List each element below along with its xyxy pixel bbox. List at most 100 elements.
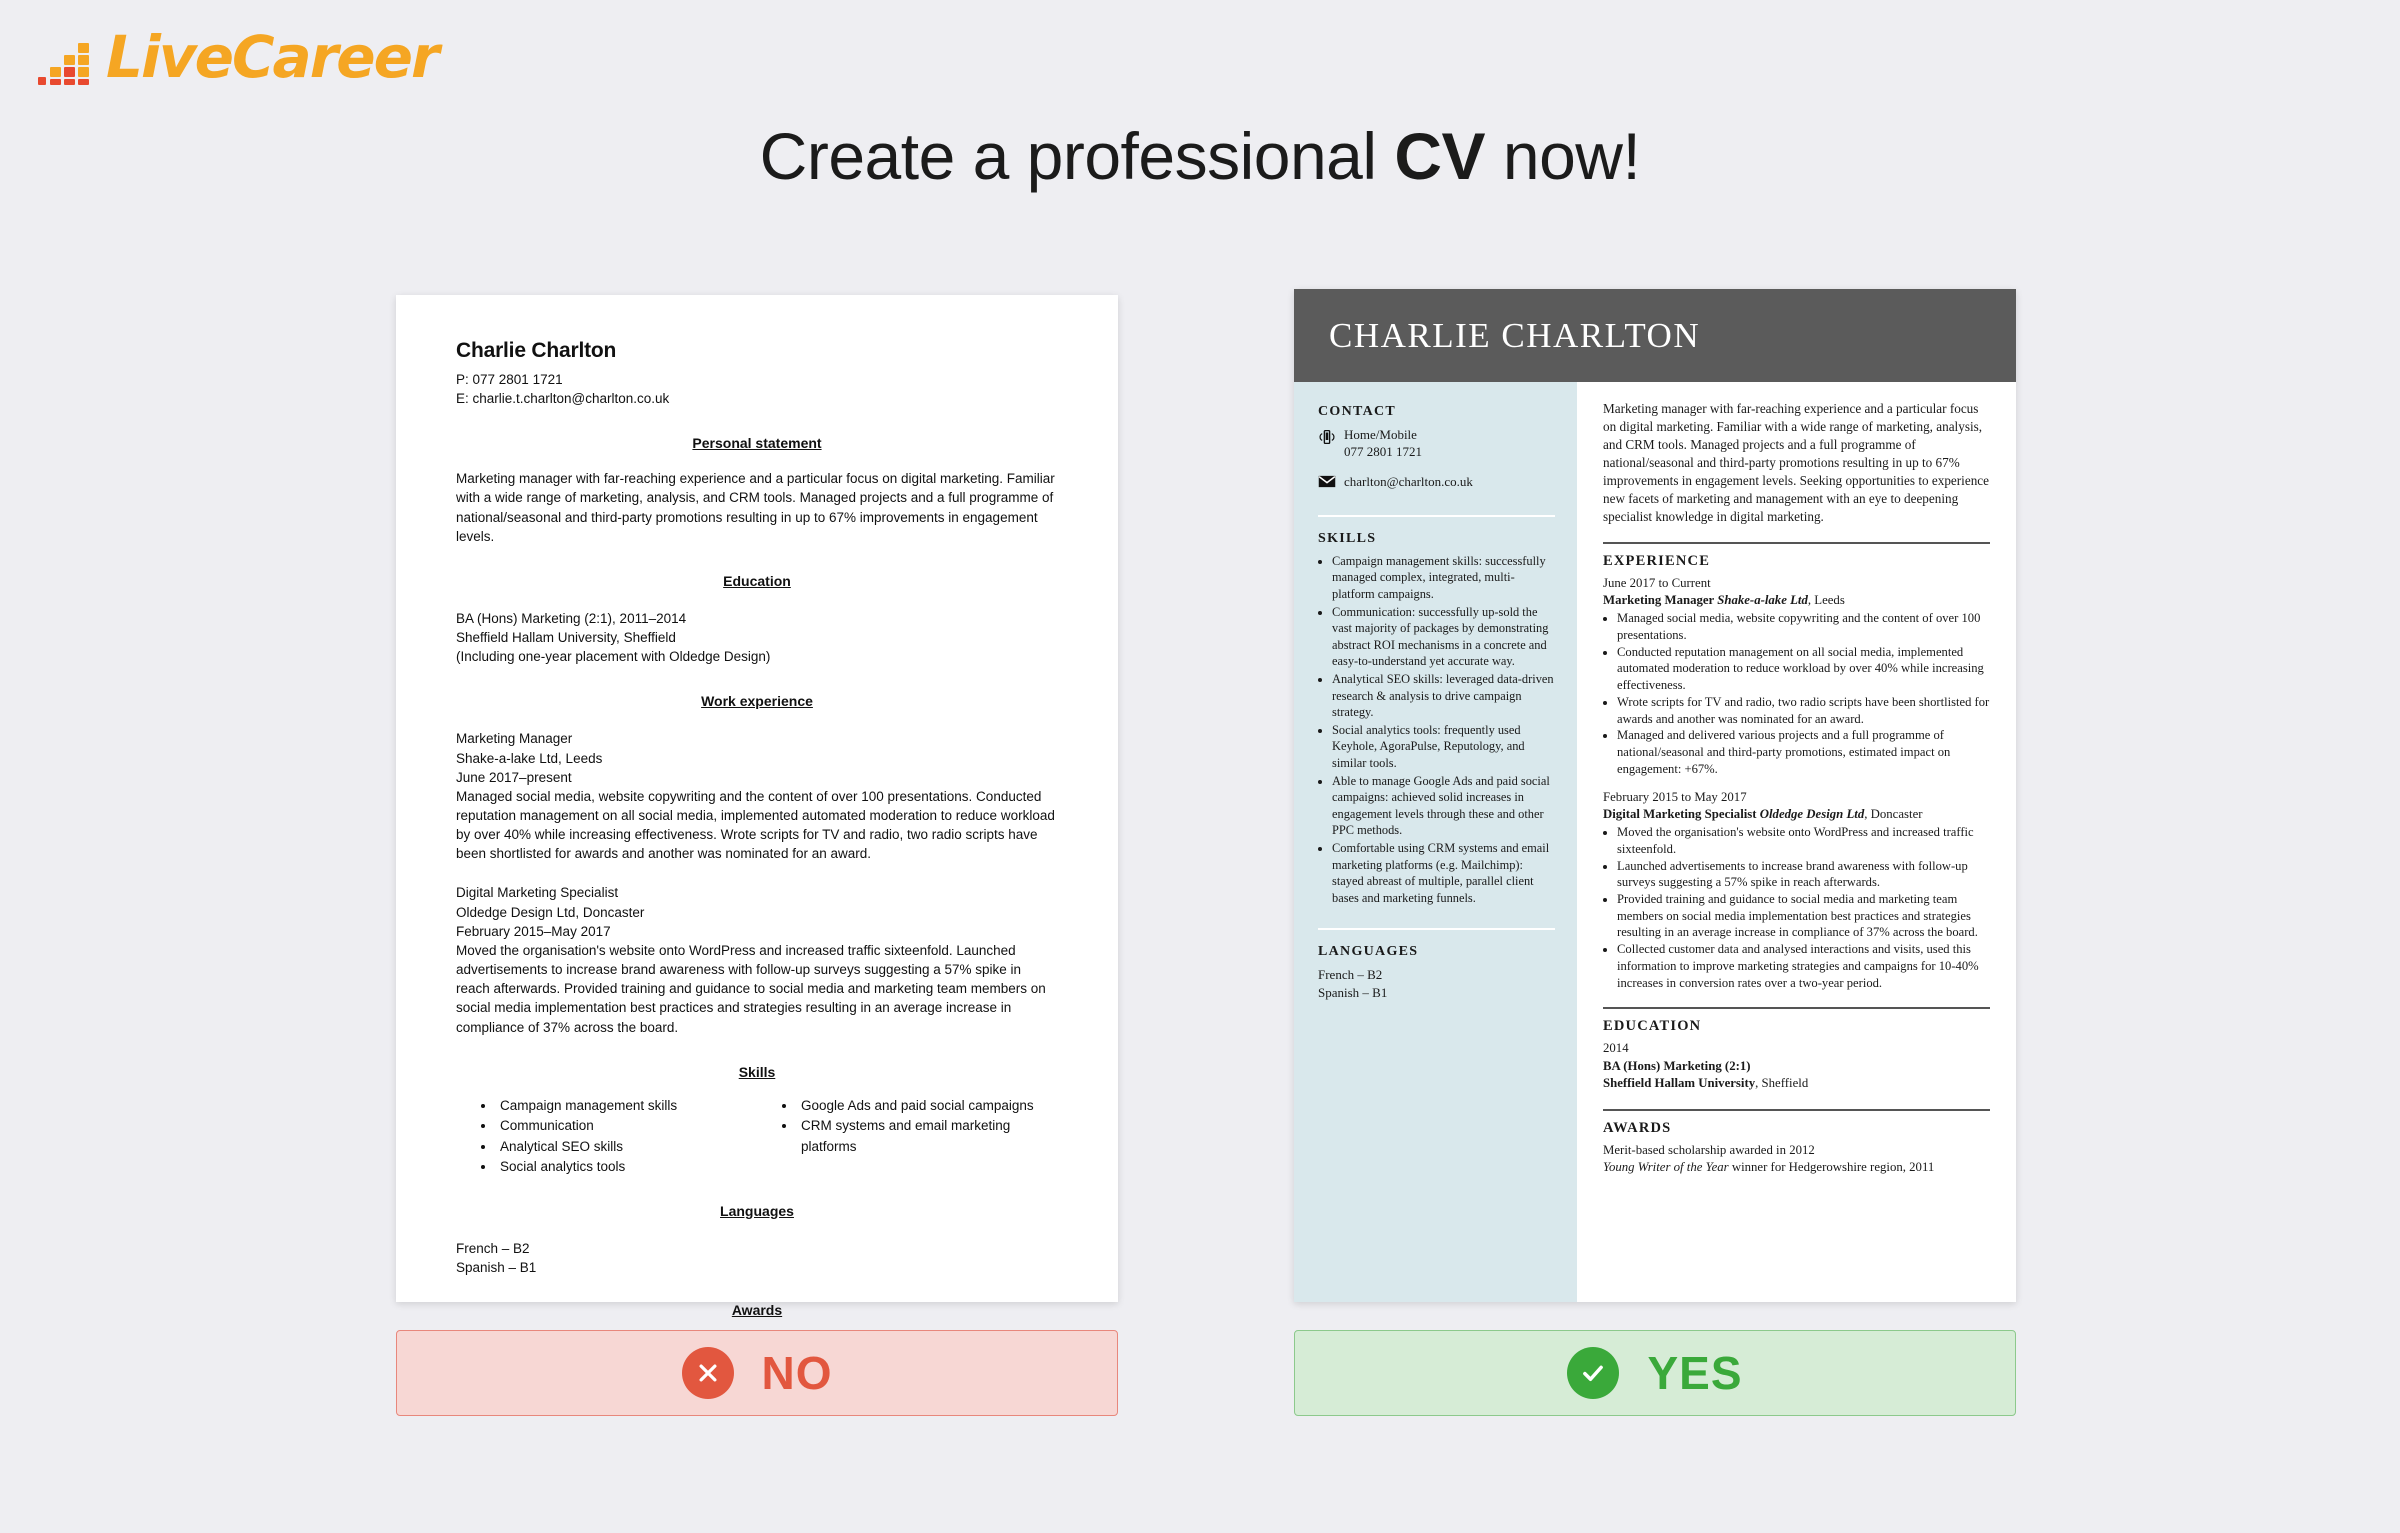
list-item: Moved the organisation's website onto Wo… <box>1617 824 1990 857</box>
phone-number: 077 2801 1721 <box>1344 443 1422 459</box>
section-divider <box>1603 541 1990 544</box>
phone-label: Home/Mobile <box>1344 427 1417 442</box>
list-item: Wrote scripts for TV and radio, two radi… <box>1617 694 1990 727</box>
job-company: Oldedge Design Ltd, Doncaster <box>456 904 645 920</box>
language-line: Spanish – B1 <box>456 1259 537 1275</box>
plain-cv-heading-statement: Personal statement <box>692 435 822 452</box>
job-title: Marketing Manager <box>456 731 573 747</box>
designed-cv-header-band: CHARLIE CHARLTON <box>1294 289 2016 382</box>
plain-cv-heading-awards: Awards <box>731 1302 783 1319</box>
list-item: Provided training and guidance to social… <box>1617 891 1990 941</box>
sidebar-heading-skills: SKILLS <box>1318 530 1377 546</box>
award-title: Young Writer of the Year <box>1603 1159 1729 1174</box>
list-item: Launched advertisements to increase bran… <box>1617 858 1990 891</box>
plain-cv-skills: Campaign management skills Communication… <box>456 1096 1058 1178</box>
award-rest: winner for Hedgerowshire region, 2011 <box>1728 1159 1935 1174</box>
verdict-banner-yes: YES <box>1294 1330 2016 1416</box>
job-location: , Leeds <box>1807 592 1845 607</box>
plain-cv-heading-skills: Skills <box>738 1063 776 1080</box>
list-item: Collected customer data and analysed int… <box>1617 941 1990 991</box>
designed-cv-statement: Marketing manager with far-reaching expe… <box>1603 401 1989 524</box>
cross-circle-icon <box>681 1347 734 1399</box>
list-item: Managed and delivered various projects a… <box>1617 727 1990 777</box>
headline-emphasis: CV <box>1394 119 1486 193</box>
designed-cv-awards-section: AWARDS Merit-based scholarship awarded i… <box>1603 1108 1990 1177</box>
job-dates: February 2015 to May 2017 <box>1603 789 1747 804</box>
list-item: Analytical SEO skills <box>496 1137 757 1158</box>
job-role: Digital Marketing Specialist Oldedge Des… <box>1603 806 1990 823</box>
list-item: Social analytics tools <box>496 1157 757 1178</box>
envelope-icon <box>1318 474 1344 493</box>
plain-cv-heading-education: Education <box>723 572 791 589</box>
list-item: Comfortable using CRM systems and email … <box>1332 840 1555 906</box>
plain-cv-phone: P: 077 2801 1721 <box>456 372 563 387</box>
education-line: Sheffield Hallam University, Sheffield <box>456 630 676 646</box>
headline-after: now! <box>1485 119 1641 193</box>
education-line: BA (Hons) Marketing (2:1), 2011–2014 <box>456 610 687 626</box>
designed-cv-education-section: EDUCATION 2014 BA (Hons) Marketing (2:1)… <box>1603 1007 1990 1092</box>
list-item: Conducted reputation management on all s… <box>1617 644 1990 694</box>
designed-cv-experience-section: EXPERIENCE June 2017 to Current Marketin… <box>1603 541 1990 992</box>
degree-text: BA (Hons) Marketing (2:1) <box>1603 1058 1751 1073</box>
plain-cv-languages: French – B2 Spanish – B1 <box>456 1239 1058 1277</box>
contact-phone-text: Home/Mobile 077 2801 1721 <box>1344 427 1555 461</box>
list-item: Analytical SEO skills: leveraged data-dr… <box>1332 671 1555 721</box>
livecareer-wordmark: LiveCareer <box>106 23 440 91</box>
education-school: Sheffield Hallam University, Sheffield <box>1603 1075 1990 1092</box>
section-divider <box>1603 1108 1990 1111</box>
job-company: Oldedge Design Ltd <box>1759 806 1865 821</box>
contact-email-text: charlton@charlton.co.uk <box>1344 473 1473 489</box>
list-item: Campaign management skills <box>496 1096 757 1117</box>
section-heading-experience: EXPERIENCE <box>1603 552 1711 569</box>
plain-cv-job-2: Digital Marketing Specialist Oldedge Des… <box>456 883 1058 1036</box>
skills-column-2: Google Ads and paid social campaigns CRM… <box>757 1096 1058 1178</box>
livecareer-logo[interactable]: LiveCareer <box>38 23 440 91</box>
award-line: Young Writer of the Year winner for Hedg… <box>1603 1159 1990 1176</box>
designed-cv-main: Marketing manager with far-reaching expe… <box>1577 382 2016 1302</box>
designed-cv-sidebar: CONTACT Home/Mobile 077 2801 1721 charlt… <box>1294 382 1577 1302</box>
list-item: Google Ads and paid social campaigns <box>797 1096 1058 1117</box>
list-item: Able to manage Google Ads and paid socia… <box>1332 773 1555 839</box>
list-item: CRM systems and email marketing platform… <box>797 1116 1058 1157</box>
school-city: , Sheffield <box>1755 1076 1809 1091</box>
page-title: Create a professional CV now! <box>0 118 2400 194</box>
contact-phone-row: Home/Mobile 077 2801 1721 <box>1318 427 1555 461</box>
plain-cv-heading-work: Work experience <box>701 693 813 710</box>
mobile-phone-icon <box>1318 427 1344 451</box>
verdict-banner-no: NO <box>396 1330 1118 1416</box>
livecareer-bars-icon <box>38 33 100 86</box>
experience-entry: June 2017 to Current Marketing Manager S… <box>1603 575 1990 778</box>
job-location: , Doncaster <box>1864 806 1923 821</box>
award-line: Merit-based scholarship awarded in 2012 <box>1603 1142 1815 1157</box>
job-dates: June 2017–present <box>456 769 572 785</box>
job-description: Moved the organisation's website onto Wo… <box>456 942 1046 1035</box>
job-dates: June 2017 to Current <box>1603 575 1711 590</box>
section-heading-awards: AWARDS <box>1603 1119 1672 1136</box>
sidebar-heading-languages: LANGUAGES <box>1318 944 1419 960</box>
check-circle-icon <box>1567 1347 1620 1399</box>
section-divider <box>1603 1007 1990 1010</box>
job-title: Digital Marketing Specialist <box>456 885 619 901</box>
job-description: Managed social media, website copywritin… <box>456 788 1055 862</box>
language-line: French – B2 <box>456 1240 530 1256</box>
skills-column-1: Campaign management skills Communication… <box>456 1096 757 1178</box>
experience-entry: February 2015 to May 2017 Digital Market… <box>1603 789 1990 992</box>
education-year: 2014 <box>1603 1041 1629 1056</box>
verdict-yes-label: YES <box>1647 1347 1743 1399</box>
list-item: Social analytics tools: frequently used … <box>1332 722 1555 772</box>
designed-cv-name: CHARLIE CHARLTON <box>1329 315 1701 355</box>
job-title: Marketing Manager <box>1603 592 1718 607</box>
designed-cv-languages: French – B2 Spanish – B1 <box>1318 966 1555 1001</box>
list-item: Managed social media, website copywritin… <box>1617 610 1990 643</box>
sidebar-divider <box>1318 514 1555 517</box>
language-line: French – B2 <box>1318 967 1383 983</box>
list-item: Communication <box>496 1116 757 1137</box>
cv-document-designed: CHARLIE CHARLTON CONTACT Home/Mobile 077… <box>1294 289 2016 1302</box>
plain-cv-statement: Marketing manager with far-reaching expe… <box>456 471 1055 544</box>
school-text: Sheffield Hallam University <box>1603 1076 1756 1091</box>
headline-before: Create a professional <box>759 119 1395 193</box>
sidebar-heading-contact: CONTACT <box>1318 404 1397 419</box>
job-company: Shake-a-lake Ltd, Leeds <box>456 750 603 766</box>
list-item: Communication: successfully up-sold the … <box>1332 604 1555 670</box>
verdict-no-label: NO <box>761 1347 833 1399</box>
